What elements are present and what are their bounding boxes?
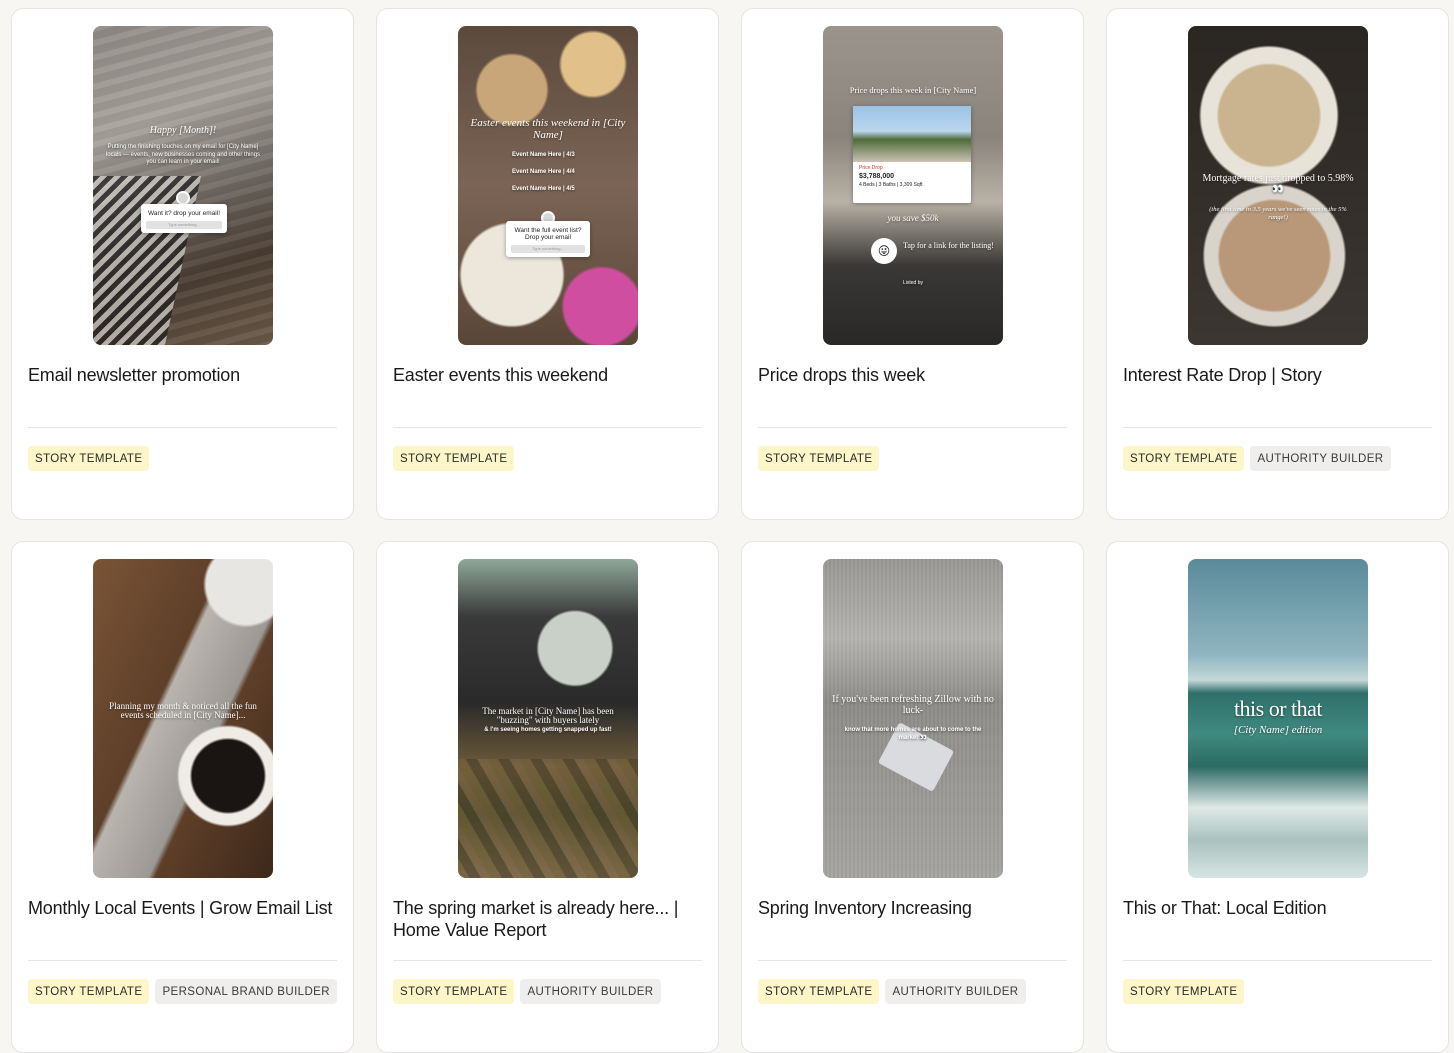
- template-thumbnail[interactable]: Easter events this weekend in [City Name…: [458, 26, 638, 345]
- template-card-price-drops[interactable]: Price drops this week in [City Name] Pri…: [741, 8, 1084, 520]
- card-tags: STORY TEMPLATE AUTHORITY BUILDER: [758, 979, 1026, 1004]
- card-divider: [758, 960, 1067, 961]
- thumb-headline: Easter events this weekend in [City Name…: [470, 117, 626, 141]
- thumb-headline: If you've been refreshing Zillow with no…: [832, 694, 994, 716]
- card-title[interactable]: This or That: Local Edition: [1123, 897, 1438, 919]
- thumb-body: (the first time in 3.5 years we've seen …: [1209, 206, 1347, 222]
- thumb-popup-field: Type something...: [146, 221, 222, 229]
- tag-story-template[interactable]: STORY TEMPLATE: [28, 446, 150, 471]
- card-divider: [28, 427, 337, 428]
- template-card-interest-rate-drop[interactable]: Mortgage rates just dropped to 5.98% 👀 (…: [1106, 8, 1449, 520]
- card-divider: [393, 427, 702, 428]
- card-divider: [1123, 960, 1432, 961]
- card-title[interactable]: Spring Inventory Increasing: [758, 897, 1073, 919]
- thumb-body: know that more homes are about to come t…: [844, 727, 982, 741]
- thumb-line: Event Name Here | 4/5: [512, 186, 575, 192]
- tag-authority-builder[interactable]: AUTHORITY BUILDER: [1250, 446, 1391, 471]
- card-divider: [393, 960, 702, 961]
- thumb-headline: The market in [City Name] has been "buzz…: [482, 706, 614, 726]
- card-title[interactable]: The spring market is already here... | H…: [393, 897, 708, 941]
- tag-authority-builder[interactable]: AUTHORITY BUILDER: [885, 979, 1026, 1004]
- template-thumbnail[interactable]: Mortgage rates just dropped to 5.98% 👀 (…: [1188, 26, 1368, 345]
- template-grid: Happy [Month]! Putting the finishing tou…: [11, 8, 1449, 1053]
- thumb-headline: Mortgage rates just dropped to 5.98% 👀: [1202, 173, 1354, 195]
- tag-story-template[interactable]: STORY TEMPLATE: [393, 446, 515, 471]
- thumb-headline: Price drops this week in [City Name]: [849, 85, 977, 95]
- template-thumbnail[interactable]: Price drops this week in [City Name] Pri…: [823, 26, 1003, 345]
- template-thumbnail[interactable]: Happy [Month]! Putting the finishing tou…: [93, 26, 273, 345]
- thumb-cta: Tap for a link for the listing!: [903, 241, 994, 250]
- listing-badge: Price Drop: [859, 165, 883, 171]
- thumb-line: Event Name Here | 4/4: [512, 169, 575, 175]
- thumb-popup-label: Want it? drop your email!: [147, 210, 220, 217]
- card-title[interactable]: Email newsletter promotion: [28, 364, 343, 386]
- listing-details: 4 Beds | 3 Baths | 3,309 Sqft: [859, 181, 923, 188]
- thumb-body: & I'm seeing homes getting snapped up fa…: [484, 727, 612, 733]
- thumb-body: [City Name] edition: [1233, 724, 1323, 736]
- listing-photo: [853, 106, 971, 162]
- thumb-popup: Want it? drop your email! Type something…: [141, 204, 227, 233]
- emoji-bubble: 😜: [871, 238, 897, 264]
- tag-story-template[interactable]: STORY TEMPLATE: [28, 979, 150, 1004]
- tag-story-template[interactable]: STORY TEMPLATE: [1123, 446, 1245, 471]
- thumb-headline: Happy [Month]!: [149, 125, 217, 136]
- card-tags: STORY TEMPLATE: [1123, 979, 1245, 1004]
- card-tags: STORY TEMPLATE AUTHORITY BUILDER: [393, 979, 661, 1004]
- template-thumbnail[interactable]: The market in [City Name] has been "buzz…: [458, 559, 638, 878]
- template-card-this-or-that[interactable]: this or that [City Name] edition This or…: [1106, 541, 1449, 1053]
- thumb-popup-field: Type something...: [511, 245, 585, 253]
- thumb-popup: Want the full event list? Drop your emai…: [506, 221, 590, 257]
- template-card-spring-market[interactable]: The market in [City Name] has been "buzz…: [376, 541, 719, 1053]
- thumb-headline: Planning my month & noticed all the fun …: [109, 701, 257, 721]
- thumb-saved: you save $50k: [887, 213, 939, 223]
- listing-price: $3,788,000: [859, 173, 895, 180]
- thumb-footer: Listed by: [902, 280, 923, 286]
- listing-card: Price Drop $3,788,000 4 Beds | 3 Baths |…: [853, 106, 971, 203]
- card-tags: STORY TEMPLATE: [393, 446, 515, 471]
- tag-story-template[interactable]: STORY TEMPLATE: [758, 446, 880, 471]
- card-tags: STORY TEMPLATE AUTHORITY BUILDER: [1123, 446, 1391, 471]
- thumb-line: Event Name Here | 4/3: [512, 152, 575, 158]
- card-title[interactable]: Price drops this week: [758, 364, 1073, 386]
- thumb-headline: this or that: [1233, 696, 1323, 721]
- avatar-bubble: [176, 191, 190, 205]
- thumb-popup-label: Want the full event list? Drop your emai…: [514, 227, 582, 241]
- thumb-body: Putting the finishing touches on my emai…: [105, 144, 261, 165]
- card-tags: STORY TEMPLATE: [758, 446, 880, 471]
- tag-story-template[interactable]: STORY TEMPLATE: [758, 979, 880, 1004]
- card-divider: [1123, 427, 1432, 428]
- template-card-easter-events[interactable]: Easter events this weekend in [City Name…: [376, 8, 719, 520]
- card-title[interactable]: Monthly Local Events | Grow Email List: [28, 897, 343, 919]
- tag-personal-brand-builder[interactable]: PERSONAL BRAND BUILDER: [155, 979, 337, 1004]
- card-title[interactable]: Easter events this weekend: [393, 364, 708, 386]
- tag-story-template[interactable]: STORY TEMPLATE: [1123, 979, 1245, 1004]
- template-thumbnail[interactable]: If you've been refreshing Zillow with no…: [823, 559, 1003, 878]
- card-divider: [758, 427, 1067, 428]
- card-divider: [28, 960, 337, 961]
- tag-story-template[interactable]: STORY TEMPLATE: [393, 979, 515, 1004]
- card-tags: STORY TEMPLATE PERSONAL BRAND BUILDER: [28, 979, 337, 1004]
- template-card-spring-inventory[interactable]: If you've been refreshing Zillow with no…: [741, 541, 1084, 1053]
- template-thumbnail[interactable]: this or that [City Name] edition: [1188, 559, 1368, 878]
- template-card-monthly-local-events[interactable]: Planning my month & noticed all the fun …: [11, 541, 354, 1053]
- template-card-email-newsletter[interactable]: Happy [Month]! Putting the finishing tou…: [11, 8, 354, 520]
- template-thumbnail[interactable]: Planning my month & noticed all the fun …: [93, 559, 273, 878]
- card-tags: STORY TEMPLATE: [28, 446, 150, 471]
- card-title[interactable]: Interest Rate Drop | Story: [1123, 364, 1438, 386]
- tag-authority-builder[interactable]: AUTHORITY BUILDER: [520, 979, 661, 1004]
